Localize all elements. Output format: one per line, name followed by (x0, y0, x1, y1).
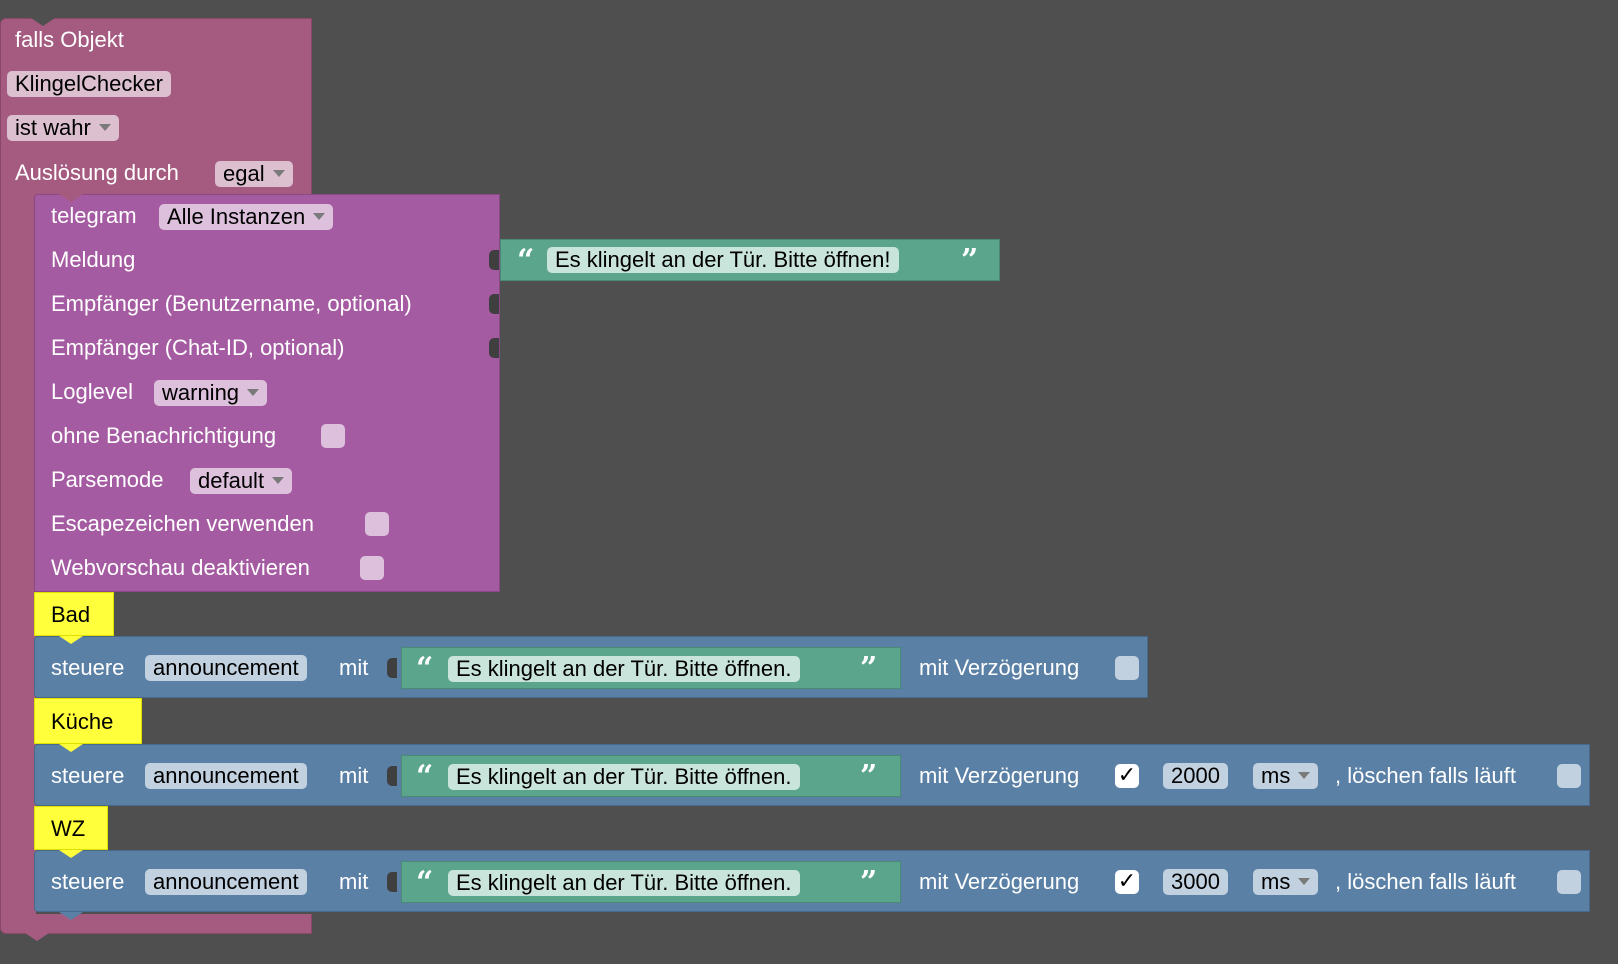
quote-close-icon: ” (860, 759, 878, 794)
delay-label: mit Verzögerung (919, 869, 1080, 894)
delay-value-field[interactable]: 3000 (1163, 869, 1228, 895)
delay-checkbox[interactable] (1115, 656, 1139, 680)
recipient-user-socket[interactable] (489, 294, 499, 314)
block-notch (59, 636, 83, 644)
escape-label: Escapezeichen verwenden (51, 511, 314, 536)
block-next-connector (59, 912, 83, 920)
unit-dropdown[interactable]: ms (1253, 869, 1319, 895)
block-notch (31, 18, 55, 26)
trigger-dropdown[interactable]: egal (215, 161, 293, 187)
with-label: mit (339, 869, 369, 894)
clear-checkbox[interactable] (1557, 870, 1581, 894)
loglevel-label: Loglevel (51, 379, 133, 404)
condition-dropdown[interactable]: ist wahr (7, 115, 119, 141)
block-next-connector (25, 933, 49, 941)
escape-checkbox[interactable] (365, 512, 389, 536)
control-block-kueche[interactable]: steuere announcement mit “ Es klingelt a… (34, 744, 1590, 806)
clear-checkbox[interactable] (1557, 764, 1581, 788)
clear-label: , löschen falls läuft (1335, 869, 1516, 894)
control-text-block[interactable]: “ Es klingelt an der Tür. Bitte öffnen. … (401, 755, 901, 797)
quote-close-icon: ” (860, 865, 878, 900)
control-verb: steuere (51, 655, 125, 680)
delay-label: mit Verzögerung (919, 655, 1080, 680)
control-text-field[interactable]: Es klingelt an der Tür. Bitte öffnen. (448, 870, 800, 896)
telegram-label: telegram (51, 203, 137, 228)
loglevel-dropdown[interactable]: warning (154, 380, 268, 406)
parsemode-label: Parsemode (51, 467, 164, 492)
unit-dropdown[interactable]: ms (1253, 763, 1319, 789)
event-block-on-object[interactable]: falls Objekt KlingelChecker ist wahr Aus… (0, 18, 312, 196)
with-label: mit (339, 655, 369, 680)
silent-checkbox[interactable] (321, 424, 345, 448)
quote-close-icon: ” (860, 651, 878, 686)
trigger-label: Auslösung durch (15, 160, 179, 185)
block-notch (59, 744, 83, 752)
silent-label: ohne Benachrichtigung (51, 423, 277, 448)
recipient-chat-label: Empfänger (Chat-ID, optional) (51, 335, 345, 360)
message-label: Meldung (51, 247, 136, 272)
block-notch (59, 194, 83, 202)
quote-open-icon: “ (416, 651, 434, 686)
recipient-chat-socket[interactable] (489, 338, 499, 358)
delay-value-field[interactable]: 2000 (1163, 763, 1228, 789)
state-field[interactable]: announcement (145, 869, 307, 895)
object-id-field[interactable]: KlingelChecker (7, 71, 171, 97)
instance-dropdown[interactable]: Alle Instanzen (159, 204, 334, 230)
delay-checkbox-checked[interactable]: ✓ (1115, 870, 1139, 894)
value-socket (387, 872, 397, 892)
with-label: mit (339, 763, 369, 788)
webpreview-label: Webvorschau deaktivieren (51, 555, 310, 580)
state-field[interactable]: announcement (145, 655, 307, 681)
quote-open-icon: “ (517, 243, 535, 278)
event-block-footer (0, 914, 312, 941)
value-socket (387, 766, 397, 786)
event-block-spine (0, 194, 36, 916)
comment-block-wz[interactable]: WZ (34, 806, 108, 850)
delay-checkbox-checked[interactable]: ✓ (1115, 764, 1139, 788)
blockly-workspace[interactable]: { "event_block": { "title": "falls Objek… (0, 0, 1618, 964)
recipient-user-label: Empfänger (Benutzername, optional) (51, 291, 412, 316)
event-title: falls Objekt (15, 27, 124, 52)
comment-text: WZ (51, 816, 86, 841)
parsemode-dropdown[interactable]: default (190, 468, 293, 494)
comment-text: Küche (51, 709, 114, 734)
quote-open-icon: “ (416, 865, 434, 900)
telegram-block[interactable]: telegram Alle Instanzen Meldung Empfänge… (34, 194, 500, 592)
control-block-bad[interactable]: steuere announcement mit “ Es klingelt a… (34, 636, 1148, 698)
control-block-wz[interactable]: steuere announcement mit “ Es klingelt a… (34, 850, 1590, 920)
control-text-field[interactable]: Es klingelt an der Tür. Bitte öffnen. (448, 764, 800, 790)
control-text-block[interactable]: “ Es klingelt an der Tür. Bitte öffnen. … (401, 647, 901, 689)
delay-label: mit Verzögerung (919, 763, 1080, 788)
message-text-field[interactable]: Es klingelt an der Tür. Bitte öffnen! (547, 247, 899, 273)
quote-open-icon: “ (416, 759, 434, 794)
clear-label: , löschen falls läuft (1335, 763, 1516, 788)
control-verb: steuere (51, 869, 125, 894)
control-verb: steuere (51, 763, 125, 788)
control-text-block[interactable]: “ Es klingelt an der Tür. Bitte öffnen. … (401, 861, 901, 903)
webpreview-checkbox[interactable] (360, 556, 384, 580)
comment-text: Bad (51, 602, 91, 627)
message-input-socket (489, 250, 499, 270)
state-field[interactable]: announcement (145, 763, 307, 789)
comment-block-kueche[interactable]: Küche (34, 698, 142, 744)
block-notch (59, 850, 83, 858)
quote-close-icon: ” (961, 243, 979, 278)
control-text-field[interactable]: Es klingelt an der Tür. Bitte öffnen. (448, 656, 800, 682)
value-socket (387, 658, 397, 678)
message-text-block[interactable]: “ Es klingelt an der Tür. Bitte öffnen! … (500, 239, 1000, 281)
comment-block-bad[interactable]: Bad (34, 592, 114, 636)
